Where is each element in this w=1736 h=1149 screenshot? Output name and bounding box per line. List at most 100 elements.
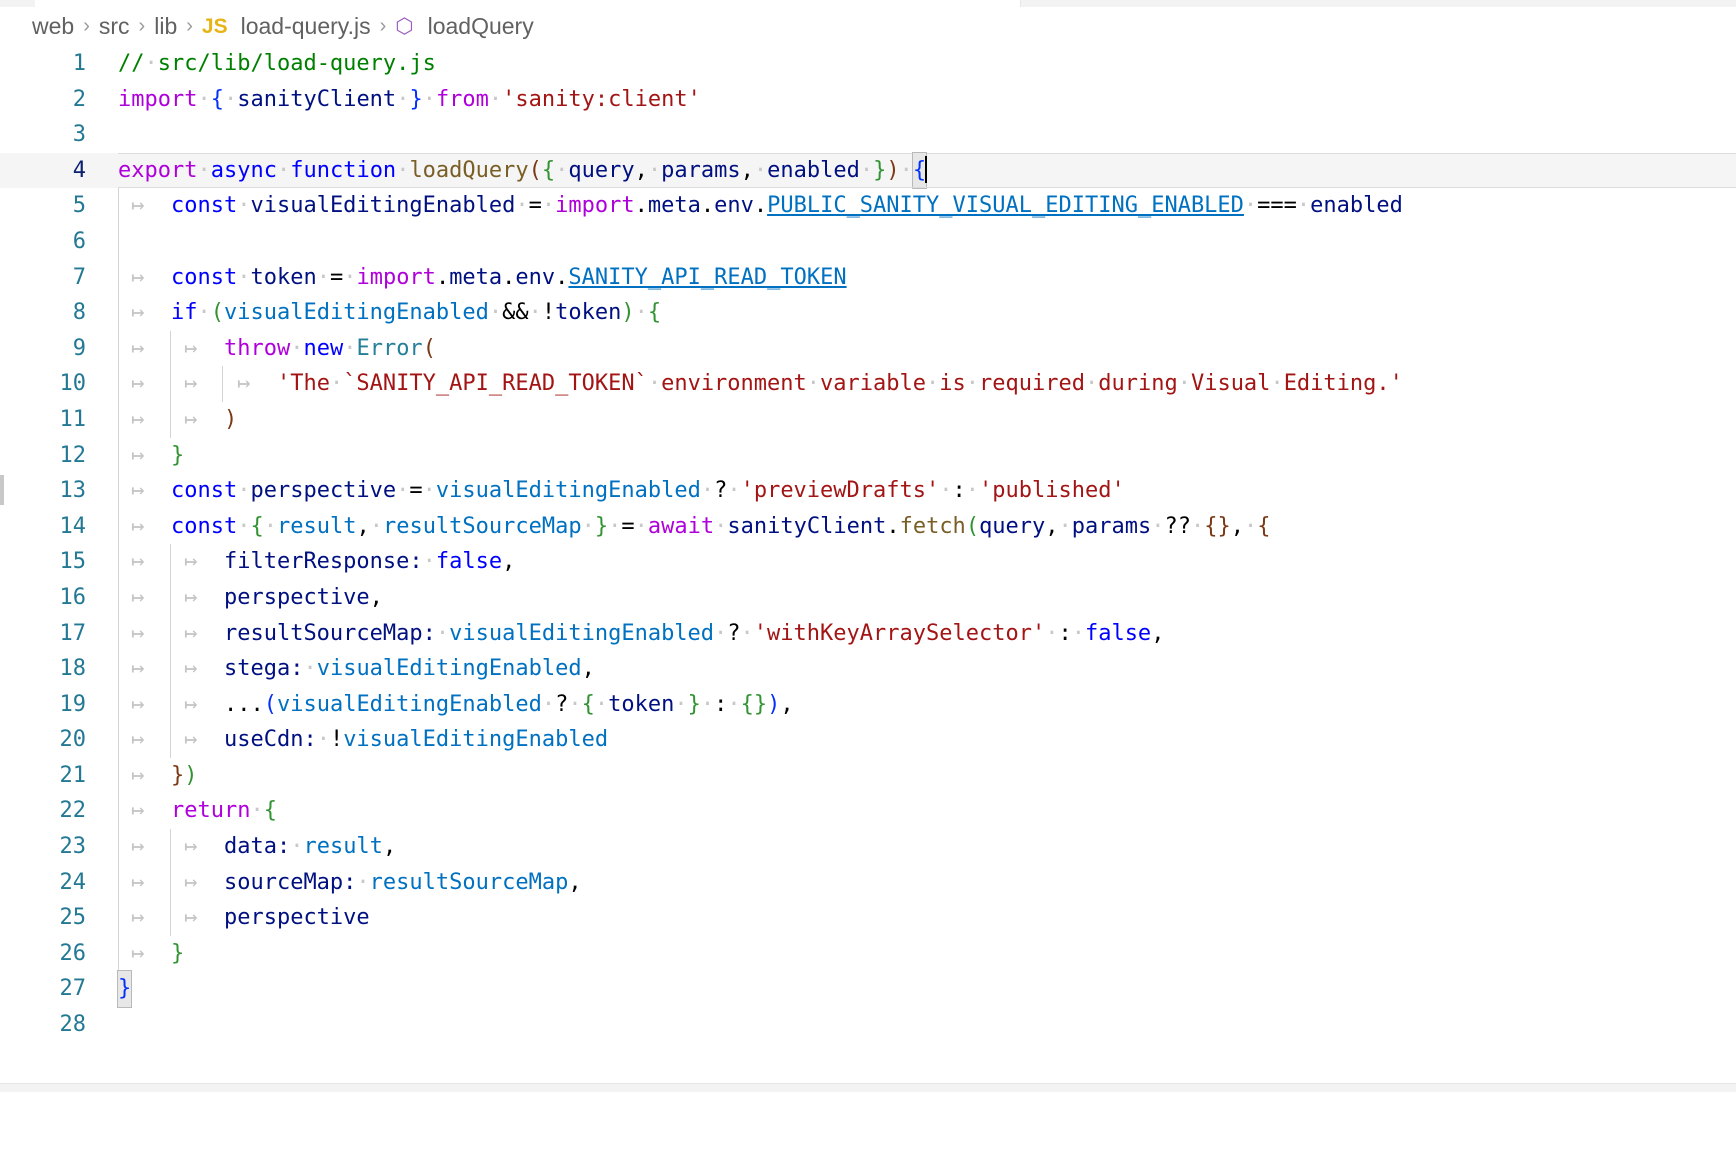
code-line[interactable]: 13 ↦ const·perspective·=·visualEditingEn… — [0, 473, 1736, 509]
code-line[interactable]: 5 ↦ const·visualEditingEnabled·=·import.… — [0, 188, 1736, 224]
code-line[interactable]: 18 ↦ ↦ stega:·visualEditingEnabled, — [0, 651, 1736, 687]
breadcrumb-separator-icon: › — [186, 15, 193, 37]
code-line[interactable]: 3 — [0, 117, 1736, 153]
line-content[interactable]: ↦ ↦ ...(visualEditingEnabled·?·{·token·}… — [118, 687, 793, 723]
window-left-edge — [0, 475, 4, 505]
code-line[interactable]: 2 import·{·sanityClient·}·from·'sanity:c… — [0, 82, 1736, 118]
code-line[interactable]: 23 ↦ ↦ data:·result, — [0, 829, 1736, 865]
breadcrumb-item-symbol[interactable]: ⬡ loadQuery — [393, 13, 535, 40]
line-content[interactable]: ↦ ↦ filterResponse:·false, — [118, 544, 515, 580]
code-line[interactable]: 21 ↦ }) — [0, 757, 1736, 794]
breadcrumb-item-lib[interactable]: lib — [152, 13, 179, 40]
code-line[interactable]: 19 ↦ ↦ ...(visualEditingEnabled·?·{·toke… — [0, 686, 1736, 723]
breadcrumb-label: loadQuery — [427, 13, 534, 39]
code-line[interactable]: 9 ↦ ↦ throw·new·Error( — [0, 330, 1736, 367]
line-number: 7 — [72, 264, 86, 290]
code-line[interactable]: 15 ↦ ↦ filterResponse:·false, — [0, 544, 1736, 580]
line-content[interactable]: ↦ if·(visualEditingEnabled·&&·!token)·{ — [118, 295, 661, 331]
line-number: 20 — [59, 727, 87, 753]
code-line[interactable]: 7 ↦ const·token·=·import.meta.env.SANITY… — [0, 259, 1736, 296]
breadcrumb-separator-icon: › — [83, 15, 90, 37]
line-content[interactable]: ↦ ↦ perspective — [118, 900, 369, 936]
line-number: 15 — [59, 549, 87, 575]
indent-guide — [118, 223, 119, 260]
line-number: 2 — [72, 86, 86, 112]
code-line[interactable]: 17 ↦ ↦ resultSourceMap:·visualEditingEna… — [0, 615, 1736, 652]
line-number: 12 — [59, 442, 87, 468]
text-cursor — [925, 155, 928, 183]
line-number: 25 — [59, 905, 87, 931]
line-number: 28 — [59, 1012, 87, 1038]
status-bar-strip — [0, 1083, 1736, 1092]
code-line[interactable]: 14 ↦ const·{·result,·resultSourceMap·}·=… — [0, 508, 1736, 545]
breadcrumb-separator-icon: › — [138, 15, 146, 37]
line-content[interactable]: ↦ ↦ stega:·visualEditingEnabled, — [118, 651, 595, 687]
breadcrumb-label: web — [32, 13, 75, 39]
line-content[interactable]: ↦ ↦ sourceMap:·resultSourceMap, — [118, 865, 581, 901]
code-line[interactable]: 26 ↦ } — [0, 935, 1736, 972]
breadcrumb-item-web[interactable]: web — [30, 13, 76, 40]
line-content[interactable]: ↦ const·token·=·import.meta.env.SANITY_A… — [118, 260, 846, 296]
line-number: 14 — [59, 513, 87, 539]
code-line[interactable]: 28 — [0, 1007, 1736, 1043]
editor-window: web › src › lib › JS load-query.js › ⬡ l… — [0, 0, 1736, 1092]
line-content[interactable]: //·src/lib/load-query.js — [118, 46, 436, 82]
line-number: 27 — [59, 976, 87, 1002]
line-content[interactable]: ↦ ↦ ) — [118, 402, 237, 438]
line-number: 24 — [59, 869, 87, 895]
line-content[interactable]: ↦ ↦ data:·result, — [118, 829, 396, 865]
breadcrumb-separator-icon: › — [379, 15, 387, 37]
code-line[interactable]: 27 } — [0, 970, 1736, 1009]
symbol-function-icon: ⬡ — [395, 15, 414, 38]
line-content[interactable]: ↦ const·{·result,·resultSourceMap·}·=·aw… — [118, 509, 1270, 545]
line-number: 13 — [59, 478, 87, 504]
line-content[interactable]: export·async·function·loadQuery({·query,… — [118, 151, 928, 190]
breadcrumb-item-src[interactable]: src — [97, 13, 132, 40]
line-content[interactable]: ↦ const·perspective·=·visualEditingEnabl… — [118, 473, 1124, 509]
line-content[interactable]: import·{·sanityClient·}·from·'sanity:cli… — [118, 82, 701, 118]
line-content[interactable]: ↦ } — [118, 936, 184, 972]
line-content[interactable]: ↦ ↦ useCdn:·!visualEditingEnabled — [118, 722, 608, 758]
breadcrumb[interactable]: web › src › lib › JS load-query.js › ⬡ l… — [0, 7, 1736, 46]
line-content[interactable]: ↦ } — [118, 438, 184, 474]
line-number: 18 — [59, 656, 87, 682]
code-line[interactable]: 22 ↦ return·{ — [0, 793, 1736, 830]
code-line[interactable]: 10 ↦ ↦ ↦ 'The·`SANITY_API_READ_TOKEN`·en… — [0, 366, 1736, 402]
line-number: 8 — [72, 300, 86, 326]
line-content[interactable]: ↦ ↦ resultSourceMap:·visualEditingEnable… — [118, 616, 1164, 652]
line-content[interactable]: ↦ const·visualEditingEnabled·=·import.me… — [118, 188, 1403, 224]
breadcrumb-item-file[interactable]: JS load-query.js — [200, 13, 373, 40]
line-content[interactable]: ↦ }) — [118, 758, 197, 794]
line-content[interactable]: ↦ ↦ throw·new·Error( — [118, 331, 436, 367]
breadcrumb-label: src — [98, 13, 130, 39]
breadcrumb-label: lib — [154, 13, 178, 39]
code-line[interactable]: 8 ↦ if·(visualEditingEnabled·&&·!token)·… — [0, 295, 1736, 331]
line-number: 10 — [59, 371, 87, 397]
line-number: 11 — [59, 406, 87, 432]
code-line[interactable]: 20 ↦ ↦ useCdn:·!visualEditingEnabled — [0, 722, 1736, 758]
tab-strip-rest[interactable] — [1021, 0, 1271, 7]
code-line[interactable]: 24 ↦ ↦ sourceMap:·resultSourceMap, — [0, 864, 1736, 901]
code-line[interactable]: 6 — [0, 223, 1736, 260]
line-content[interactable]: ↦ ↦ perspective, — [118, 580, 383, 616]
line-content[interactable]: } — [116, 970, 133, 1009]
line-number: 4 — [72, 157, 86, 183]
code-line[interactable]: 25 ↦ ↦ perspective — [0, 900, 1736, 936]
tab-load-query-js[interactable] — [35, 0, 1021, 7]
line-number: 21 — [59, 762, 87, 788]
code-line[interactable]: 1 //·src/lib/load-query.js — [0, 46, 1736, 82]
line-number: 1 — [72, 51, 86, 76]
line-number: 6 — [72, 228, 86, 254]
code-line[interactable]: 12 ↦ } — [0, 437, 1736, 474]
line-number: 3 — [72, 122, 86, 148]
line-content[interactable]: ↦ ↦ ↦ 'The·`SANITY_API_READ_TOKEN`·envir… — [118, 366, 1403, 402]
code-line-active[interactable]: 4 export·async·function·loadQuery({·quer… — [0, 151, 1736, 190]
line-number: 9 — [72, 335, 86, 361]
js-file-icon: JS — [201, 14, 228, 38]
code-editor[interactable]: 1 //·src/lib/load-query.js 2 import·{·sa… — [0, 46, 1736, 1092]
line-number: 19 — [59, 691, 87, 717]
code-line[interactable]: 16 ↦ ↦ perspective, — [0, 579, 1736, 616]
line-number: 26 — [59, 940, 87, 966]
code-line[interactable]: 11 ↦ ↦ ) — [0, 401, 1736, 438]
line-content[interactable]: ↦ return·{ — [118, 793, 277, 829]
